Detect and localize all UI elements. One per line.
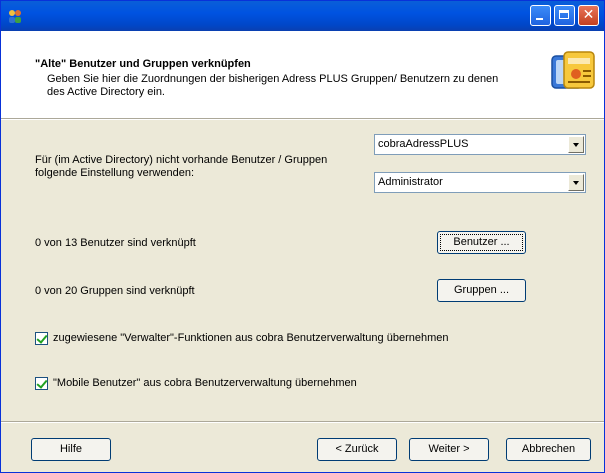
close-icon: ✕ [582,7,595,23]
page-title: "Alte" Benutzer und Gruppen verknüpfen [35,58,251,70]
users-status: 0 von 13 Benutzer sind verknüpft [35,237,196,249]
close-button[interactable]: ✕ [578,5,599,26]
title-bar[interactable]: ✕ [1,1,604,31]
verwalter-checkbox[interactable] [35,332,48,345]
checkmark-icon [36,332,48,344]
header-divider [1,119,604,120]
mobile-users-checkbox[interactable] [35,377,48,390]
chevron-down-icon[interactable] [568,136,584,153]
fallback-user-combo[interactable]: Administrator [374,172,586,193]
help-button[interactable]: Hilfe [31,438,111,461]
minimize-icon [536,18,543,20]
users-icon [9,10,21,23]
fallback-source-value: cobraAdressPLUS [378,138,469,150]
groups-button[interactable]: Gruppen ... [437,279,526,302]
cancel-button[interactable]: Abbrechen [506,438,591,461]
mobile-users-label[interactable]: "Mobile Benutzer" aus cobra Benutzerverw… [53,377,357,389]
address-card-icon [551,51,595,89]
chevron-down-icon[interactable] [568,174,584,191]
wizard-window: ✕ "Alte" Benutzer und Gruppen verknüpfen… [0,0,605,473]
maximize-icon [559,10,569,19]
page-description: Geben Sie hier die Zuordnungen der bishe… [47,73,499,98]
fallback-user-value: Administrator [378,176,443,188]
fallback-settings-label: Für (im Active Directory) nicht vorhande… [35,154,328,179]
verwalter-label[interactable]: zugewiesene "Verwalter"-Funktionen aus c… [53,332,448,344]
fallback-source-combo[interactable]: cobraAdressPLUS [374,134,586,155]
next-button[interactable]: Weiter > [409,438,489,461]
minimize-button[interactable] [530,5,551,26]
footer-divider [1,421,604,423]
users-button[interactable]: Benutzer ... [437,231,526,254]
back-button[interactable]: < Zurück [317,438,397,461]
checkmark-icon [36,377,48,389]
maximize-button[interactable] [554,5,575,26]
groups-status: 0 von 20 Gruppen sind verknüpft [35,285,195,297]
